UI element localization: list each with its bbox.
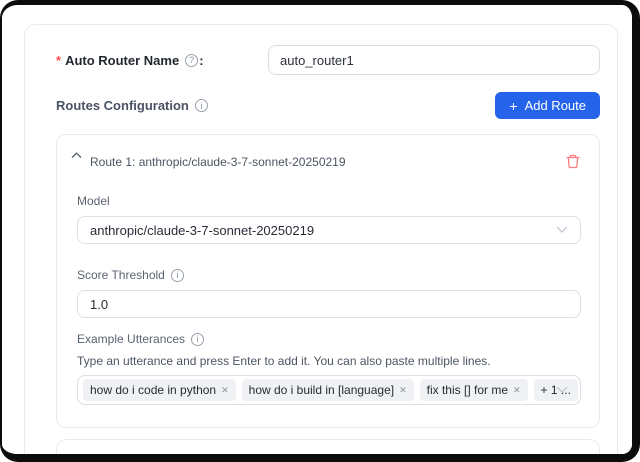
add-route-button-label: Add Route (525, 98, 586, 113)
info-icon[interactable]: i (191, 333, 204, 346)
required-asterisk: * (56, 53, 61, 68)
delete-route-1-trash-icon[interactable] (565, 153, 581, 170)
route-card-1: Route 1: anthropic/claude-3-7-sonnet-202… (56, 134, 600, 428)
route-1-title: Route 1: anthropic/claude-3-7-sonnet-202… (90, 155, 565, 169)
utterance-tag: how do i build in [language] ✕ (242, 379, 414, 401)
add-route-button[interactable]: + Add Route (495, 92, 600, 119)
page-background: * Auto Router Name ? : Routes Configurat… (2, 5, 632, 454)
score-threshold-label: Score Threshold (77, 268, 165, 282)
utterances-multiselect[interactable]: how do i code in python ✕ how do i build… (77, 375, 581, 405)
route-card-2: Route 2: azure_ai/gpt-4o (56, 439, 600, 462)
routes-config-label: Routes Configuration (56, 98, 189, 113)
model-label: Model (77, 194, 581, 208)
plus-icon: + (509, 99, 517, 113)
info-icon[interactable]: i (195, 99, 208, 112)
tag-close-icon[interactable]: ✕ (399, 386, 407, 395)
collapse-chevron-up-icon[interactable] (69, 454, 84, 462)
route-1-header: Route 1: anthropic/claude-3-7-sonnet-202… (69, 147, 581, 170)
tag-close-icon[interactable]: ✕ (513, 386, 521, 395)
auto-router-name-row: * Auto Router Name ? : (56, 45, 600, 75)
route-2-header: Route 2: azure_ai/gpt-4o (69, 452, 581, 462)
route-1-body: Model anthropic/claude-3-7-sonnet-202502… (69, 194, 581, 405)
chevron-down-icon (556, 226, 568, 234)
help-icon[interactable]: ? (185, 54, 198, 67)
auto-router-name-label-group: * Auto Router Name ? : (56, 53, 268, 68)
auto-router-form-card: * Auto Router Name ? : Routes Configurat… (24, 24, 618, 462)
label-colon: : (199, 53, 203, 68)
example-utterances-label-group: Example Utterances i (77, 332, 581, 346)
window-frame: * Auto Router Name ? : Routes Configurat… (0, 0, 640, 462)
utterances-hint-text: Type an utterance and press Enter to add… (77, 354, 581, 368)
chevron-down-icon (556, 386, 568, 394)
score-threshold-label-group: Score Threshold i (77, 268, 581, 282)
score-threshold-input[interactable] (77, 290, 581, 318)
auto-router-name-label: Auto Router Name (65, 53, 179, 68)
collapse-chevron-up-icon[interactable] (69, 149, 84, 161)
delete-route-2-trash-icon[interactable] (565, 458, 581, 462)
model-select-value: anthropic/claude-3-7-sonnet-20250219 (90, 223, 314, 238)
routes-config-label-group: Routes Configuration i (56, 98, 209, 113)
info-icon[interactable]: i (171, 269, 184, 282)
utterance-tag: fix this [] for me ✕ (420, 379, 528, 401)
routes-config-row: Routes Configuration i + Add Route (56, 92, 600, 119)
tag-close-icon[interactable]: ✕ (221, 386, 229, 395)
example-utterances-label: Example Utterances (77, 332, 185, 346)
auto-router-name-input[interactable] (268, 45, 600, 75)
model-select[interactable]: anthropic/claude-3-7-sonnet-20250219 (77, 216, 581, 244)
utterance-tag: how do i code in python ✕ (83, 379, 236, 401)
